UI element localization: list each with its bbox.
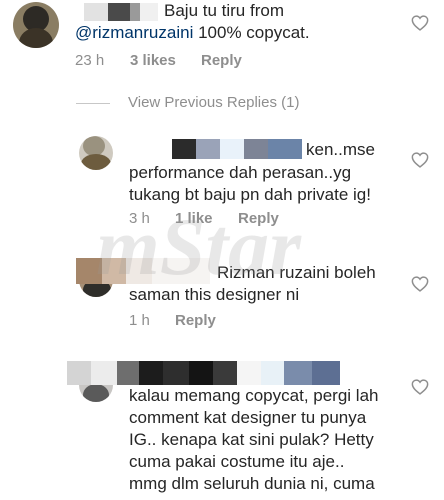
timestamp: 1 h xyxy=(129,312,150,329)
comment-text: Baju tu tiru from xyxy=(164,1,284,20)
heart-outline-icon[interactable] xyxy=(411,15,429,31)
likes-count[interactable]: 1 like xyxy=(175,210,238,227)
comment-meta: 23 h 3 likes Reply xyxy=(75,52,242,69)
username-redacted[interactable] xyxy=(172,139,302,159)
comment-text-line: performance dah perasan..yg xyxy=(129,163,352,182)
timestamp: 23 h xyxy=(75,52,105,69)
replies-divider xyxy=(76,103,110,104)
view-previous-replies-link[interactable]: View Previous Replies (1) xyxy=(128,94,299,111)
comment-text-line: @rizmanruzaini 100% copycat. xyxy=(75,22,310,44)
comment-text: ken..mse xyxy=(306,140,375,159)
comment-text-line: saman this designer ni xyxy=(129,285,300,304)
avatar[interactable] xyxy=(79,136,113,170)
comment-text-line: IG.. kenapa kat sini pulak? Hetty xyxy=(129,430,374,449)
likes-count[interactable]: 3 likes xyxy=(130,52,201,69)
username-redacted[interactable] xyxy=(76,258,210,284)
mention-link[interactable]: @rizmanruzaini xyxy=(75,23,193,42)
reply-button[interactable]: Reply xyxy=(238,210,279,227)
comment-meta: 3 h 1 like Reply xyxy=(129,210,279,227)
username-redacted[interactable] xyxy=(84,3,158,21)
comment-text-line: cuma pakai costume itu aje.. xyxy=(129,452,345,471)
timestamp: 3 h xyxy=(129,210,150,227)
comment-text: kalau memang copycat, pergi lah xyxy=(129,386,379,405)
avatar[interactable] xyxy=(13,2,59,48)
heart-outline-icon[interactable] xyxy=(411,152,429,168)
heart-outline-icon[interactable] xyxy=(411,276,429,292)
heart-outline-icon[interactable] xyxy=(411,379,429,395)
comment-text-rest: 100% copycat. xyxy=(193,23,310,42)
username-redacted-tail xyxy=(284,361,340,385)
comment-text-line: tukang bt baju pn dah private ig! xyxy=(129,185,371,204)
comment-text: Rizman ruzaini boleh xyxy=(217,263,376,282)
comment-text-line: comment kat designer tu punya xyxy=(129,408,367,427)
reply-button[interactable]: Reply xyxy=(175,312,216,329)
comment-text-line: mmg dlm seluruh dunia ni, cuma xyxy=(129,474,375,493)
comment-meta: 1 h Reply xyxy=(129,312,216,329)
reply-button[interactable]: Reply xyxy=(201,52,242,69)
